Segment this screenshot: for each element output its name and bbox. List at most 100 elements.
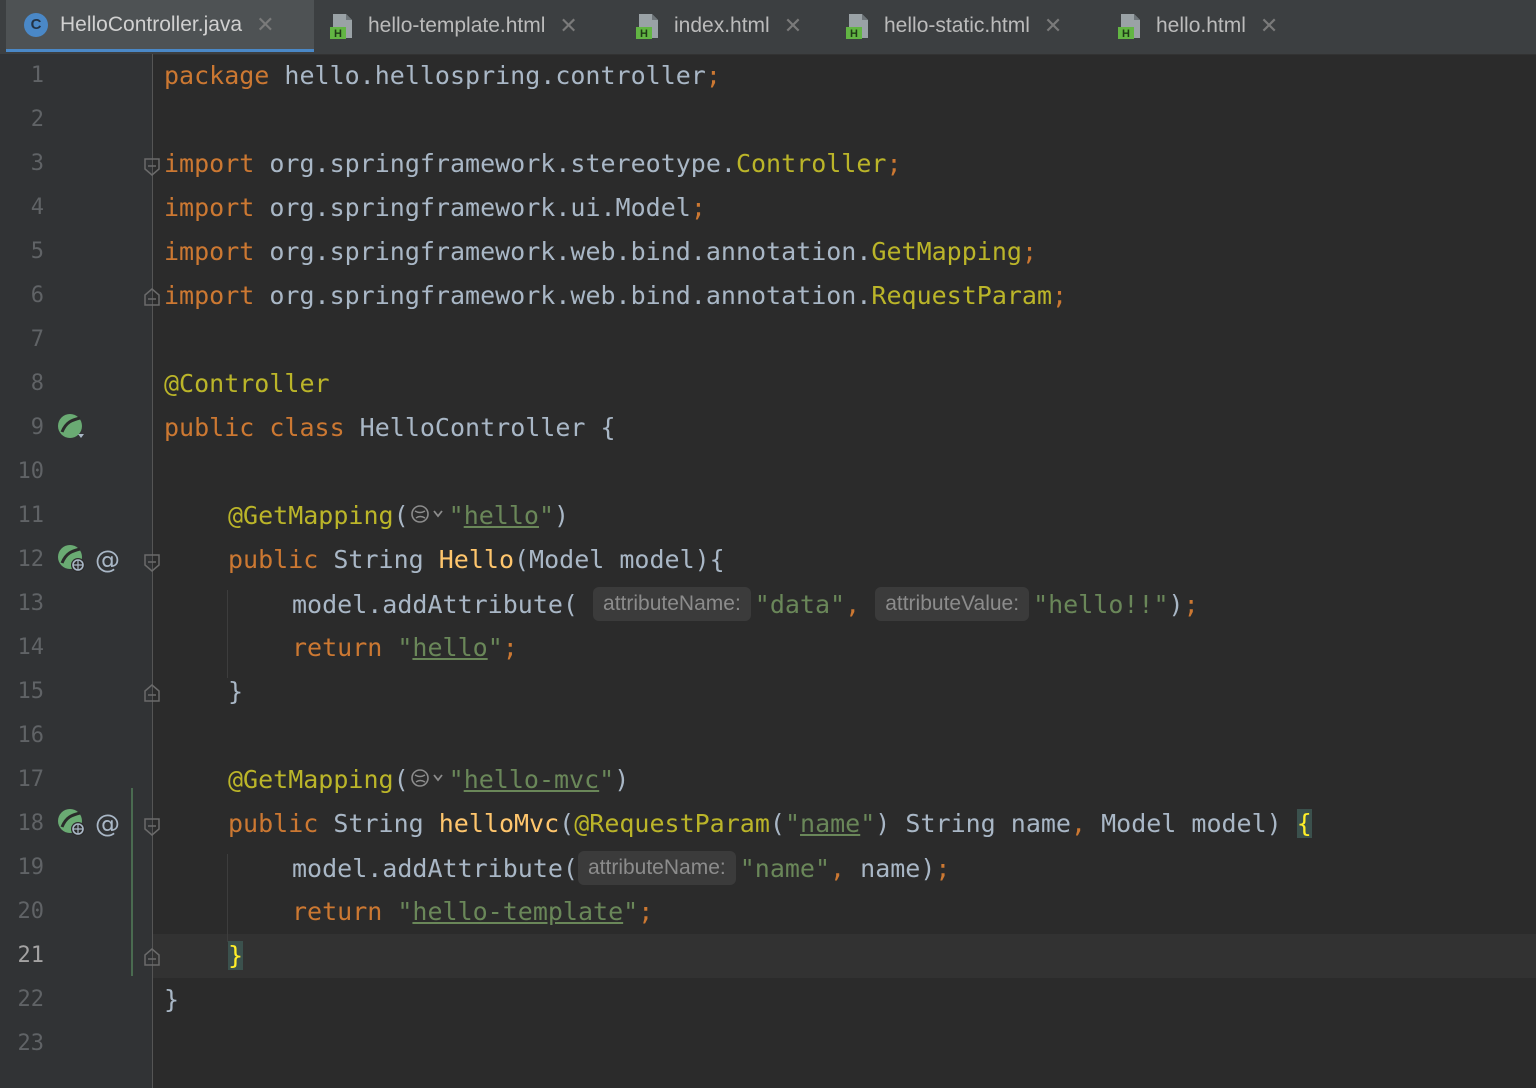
return-type: String (318, 545, 439, 574)
line-number: 7 (30, 327, 44, 352)
close-icon[interactable]: ✕ (1044, 13, 1062, 39)
code-line-15[interactable]: } (0, 670, 1536, 714)
code-line-22[interactable]: } (0, 978, 1536, 1022)
code-line-21[interactable]: } (0, 934, 1536, 978)
comma: , (845, 590, 876, 619)
quote: " (538, 501, 555, 530)
keyword: import (164, 237, 255, 266)
code-line-11[interactable]: @GetMapping("hello") (0, 494, 1536, 538)
keyword: public (228, 809, 319, 838)
html-icon-letter: H (850, 28, 858, 40)
comma: , (830, 854, 846, 883)
line-number: 10 (17, 459, 45, 484)
code-line-5[interactable]: import org.springframework.web.bind.anno… (0, 230, 1536, 274)
code-line-4[interactable]: import org.springframework.ui.Model; (0, 186, 1536, 230)
html-file-icon: H (330, 12, 356, 40)
semicolon: ; (886, 149, 902, 178)
close-icon[interactable]: ✕ (1260, 13, 1278, 39)
template-reference[interactable]: hello (412, 633, 487, 662)
code-line-12[interactable]: public String Hello(Model model){ (0, 538, 1536, 582)
code-line-14[interactable]: return "hello"; (0, 626, 1536, 670)
method-params: (Model model){ (514, 545, 725, 574)
tab-label: hello-template.html (368, 14, 546, 37)
param-hint: attributeName: (577, 851, 736, 885)
keyword: import (164, 193, 255, 222)
quote: " (860, 809, 876, 838)
globe-url-icon[interactable] (409, 501, 449, 527)
closing-brace: } (228, 677, 244, 706)
string-literal: "hello!!" (1033, 590, 1169, 619)
method-params: String name (890, 809, 1071, 838)
template-reference[interactable]: hello-template (412, 897, 623, 926)
matched-brace: { (1296, 809, 1312, 838)
method-call: model.addAttribute( (292, 854, 578, 883)
java-class-icon: C (24, 12, 48, 37)
tab-index-html[interactable]: H index.html ✕ (636, 0, 826, 52)
comma: , (1070, 809, 1087, 838)
html-file-icon: H (636, 12, 662, 40)
annotation: @GetMapping (228, 501, 394, 530)
code-editor[interactable]: 1 2 3 4 5 6 7 8 9 10 11 12 13 14 15 16 1… (0, 54, 1536, 1088)
method-name: helloMvc (438, 809, 560, 838)
paren: ) (875, 809, 891, 838)
url-mapping-value[interactable]: hello-mvc (464, 765, 599, 794)
code-line-9[interactable]: public class HelloController { (0, 406, 1536, 450)
return-type: String (318, 809, 439, 838)
line-number: 16 (17, 723, 45, 748)
code-line-17[interactable]: @GetMapping( "hello-mvc") (0, 758, 1536, 802)
tab-hello-static-html[interactable]: H hello-static.html ✕ (846, 0, 1096, 52)
semicolon: ; (935, 854, 951, 883)
semicolon: ; (1052, 281, 1068, 310)
import-path: org.springframework.web.bind.annotation. (254, 237, 872, 266)
import-class: GetMapping (871, 237, 1022, 266)
tab-hello-html[interactable]: H hello.html ✕ (1118, 0, 1308, 52)
code-line-6[interactable]: import org.springframework.web.bind.anno… (0, 274, 1536, 318)
semicolon: ; (638, 897, 654, 926)
html-icon-letter: H (640, 28, 648, 40)
tab-label: hello.html (1156, 14, 1246, 37)
code-line-8[interactable]: @Controller (0, 362, 1536, 406)
semicolon: ; (502, 633, 518, 662)
quote: " (487, 633, 503, 662)
url-mapping-value[interactable]: hello (464, 501, 539, 530)
import-path: org.springframework.web.bind.annotation. (254, 281, 872, 310)
keyword: import (164, 281, 255, 310)
annotation: @GetMapping (228, 765, 394, 794)
code-line-20[interactable]: return "hello-template"; (0, 890, 1536, 934)
package-name: hello.hellospring.controller (269, 61, 706, 90)
quote: " (623, 897, 639, 926)
close-icon[interactable]: ✕ (784, 13, 802, 39)
semicolon: ; (1021, 237, 1037, 266)
tab-hello-controller-java[interactable]: C HelloController.java ✕ (6, 0, 314, 52)
html-icon-letter: H (1122, 28, 1130, 40)
import-path: org.springframework.ui.Model (254, 193, 691, 222)
html-file-icon: H (1118, 12, 1144, 40)
method-call: model.addAttribute( (292, 590, 578, 619)
close-icon[interactable]: ✕ (559, 13, 577, 39)
tab-label: index.html (674, 14, 770, 37)
semicolon: ; (705, 61, 721, 90)
semicolon: ; (690, 193, 706, 222)
code-line-1[interactable]: package hello.hellospring.controller; (0, 54, 1536, 98)
globe-url-icon[interactable] (409, 765, 449, 791)
code-line-3[interactable]: import org.springframework.stereotype.Co… (0, 142, 1536, 186)
import-class: RequestParam (871, 281, 1053, 310)
semicolon: ; (1183, 590, 1199, 619)
param-name-value[interactable]: name (800, 809, 860, 838)
code-line-13[interactable]: model.addAttribute( attributeName: "data"… (0, 582, 1536, 626)
code-line-18[interactable]: public String helloMvc(@RequestParam("na… (0, 802, 1536, 846)
closing-brace: } (164, 985, 180, 1014)
code-line-19[interactable]: model.addAttribute(attributeName: "name",… (0, 846, 1536, 890)
close-icon[interactable]: ✕ (256, 12, 274, 38)
paren: ( (393, 765, 409, 794)
param-hint: attributeName: (593, 587, 751, 621)
quote: " (599, 765, 615, 794)
string-literal: "data" (754, 590, 846, 619)
paren: ) (614, 765, 630, 794)
quote: " (448, 765, 464, 794)
tab-hello-template-html[interactable]: H hello-template.html ✕ (330, 0, 620, 52)
paren: ) (1168, 590, 1184, 619)
line-number: 2 (30, 107, 44, 132)
quote: " (784, 809, 801, 838)
java-class-icon-letter: C (30, 16, 42, 33)
